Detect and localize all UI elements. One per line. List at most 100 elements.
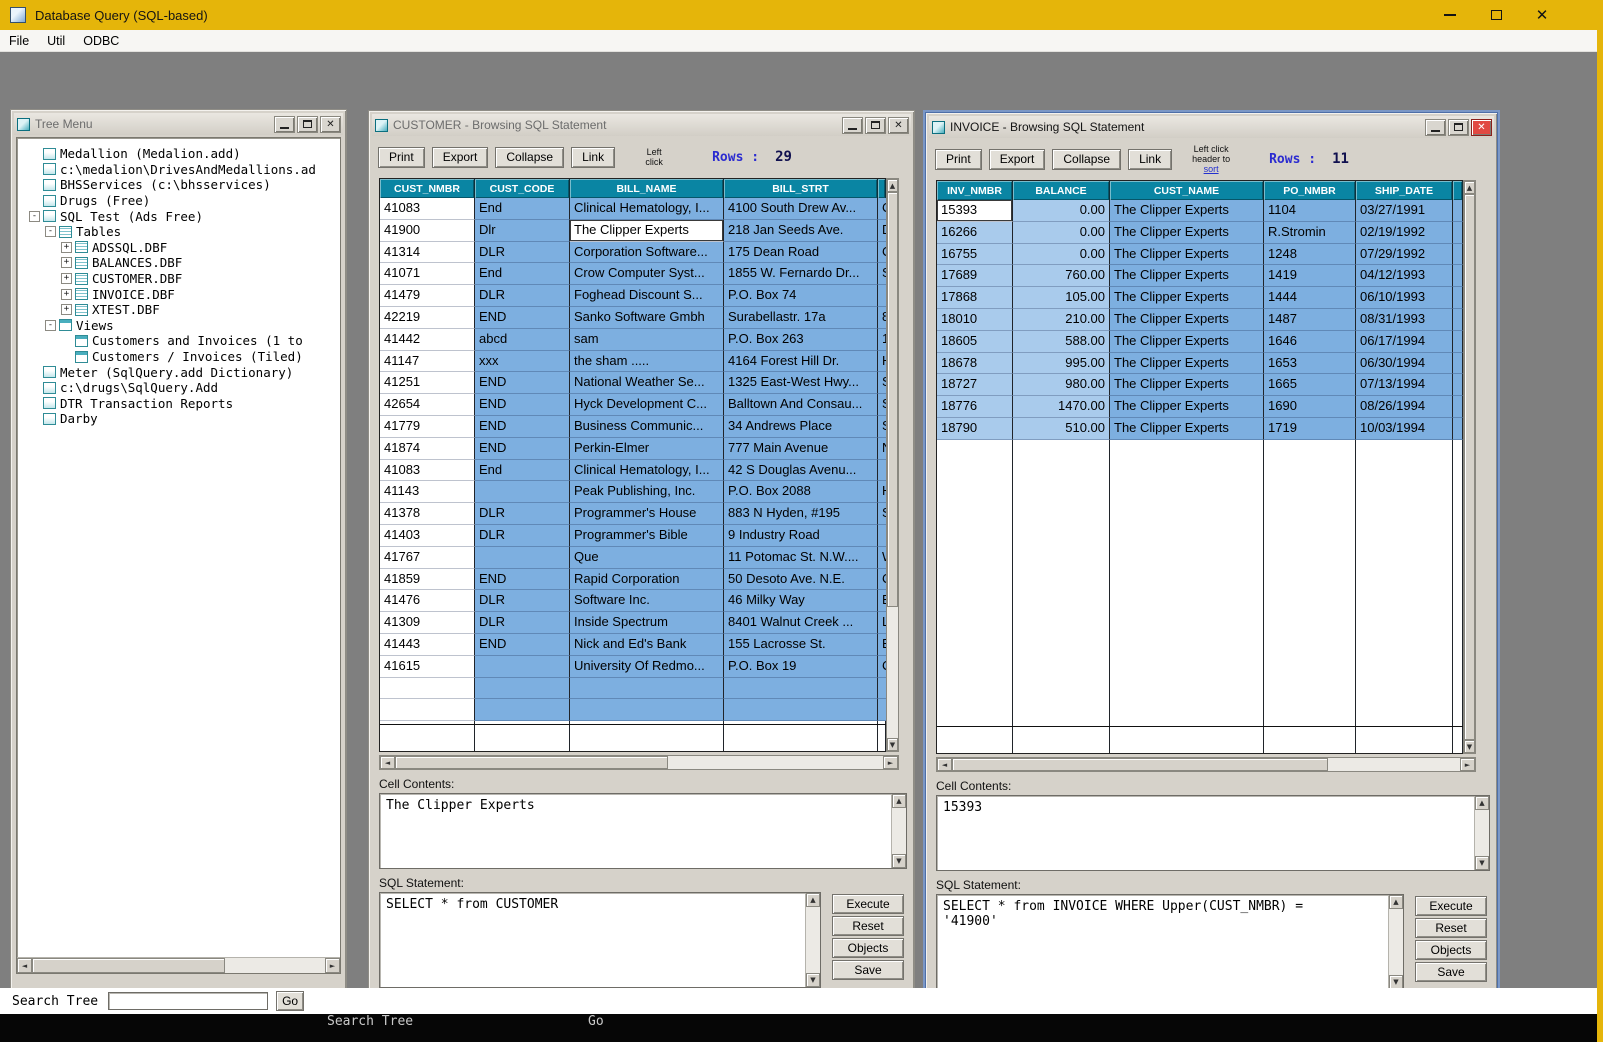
grid-cell[interactable] (475, 547, 570, 569)
grid-cell[interactable]: W (878, 547, 886, 569)
grid-cell[interactable]: S (878, 263, 886, 285)
grid-cell[interactable] (878, 460, 886, 482)
grid-cell[interactable]: Surabellastr. 17a (724, 307, 878, 329)
scrollbar-track[interactable] (887, 192, 898, 738)
grid-cell[interactable]: 41859 (380, 569, 475, 591)
grid-cell[interactable]: 41403 (380, 525, 475, 547)
grid-cell[interactable] (1453, 418, 1463, 440)
grid-cell[interactable]: 06/30/1994 (1356, 353, 1453, 375)
grid-cell[interactable] (1453, 244, 1463, 266)
grid-cell[interactable]: End (475, 460, 570, 482)
tree-item[interactable]: +Medallion (Medalion.add) (25, 146, 338, 162)
grid-cell[interactable]: 03/27/1991 (1356, 200, 1453, 222)
scrollbar-track[interactable] (952, 758, 1460, 771)
grid-cell[interactable]: END (475, 307, 570, 329)
print-button[interactable]: Print (378, 147, 425, 168)
column-header-partial[interactable] (878, 179, 886, 198)
grid-cell[interactable]: 995.00 (1013, 353, 1110, 375)
column-header-cust_nmbr[interactable]: CUST_NMBR (380, 179, 475, 198)
export-button[interactable]: Export (989, 149, 1046, 170)
grid-cell[interactable]: xxx (475, 351, 570, 373)
link-button[interactable]: Link (1128, 149, 1172, 170)
box-scrollbar[interactable]: ▲ ▼ (805, 893, 820, 987)
grid-cell[interactable]: 18776 (937, 396, 1013, 418)
grid-cell[interactable]: Peak Publishing, Inc. (570, 481, 724, 503)
grid-cell[interactable]: Clinical Hematology, I... (570, 460, 724, 482)
maximize-button[interactable] (865, 117, 886, 134)
scrollbar-track[interactable] (395, 756, 883, 769)
grid-cell[interactable] (475, 481, 570, 503)
expand-expander-icon[interactable]: + (61, 257, 72, 268)
grid-cell[interactable]: 777 Main Avenue (724, 438, 878, 460)
grid-cell[interactable]: 0.00 (1013, 244, 1110, 266)
close-button[interactable]: ✕ (888, 117, 909, 134)
column-header-po_nmbr[interactable]: PO_NMBR (1264, 181, 1356, 200)
grid-cell[interactable]: P.O. Box 74 (724, 285, 878, 307)
grid-cell[interactable]: 02/19/1992 (1356, 222, 1453, 244)
grid-cell[interactable]: 1855 W. Fernardo Dr... (724, 263, 878, 285)
grid-cell[interactable]: 41615 (380, 656, 475, 678)
grid-cell[interactable] (878, 525, 886, 547)
grid-cell[interactable]: End (475, 263, 570, 285)
grid-cell[interactable] (1453, 265, 1463, 287)
column-header-inv_nmbr[interactable]: INV_NMBR (937, 181, 1013, 200)
grid-cell[interactable]: 17689 (937, 265, 1013, 287)
grid-cell[interactable]: Crow Computer Syst... (570, 263, 724, 285)
collapse-button[interactable]: Collapse (495, 147, 564, 168)
grid-cell[interactable]: 50 Desoto Ave. N.E. (724, 569, 878, 591)
grid-cell[interactable]: R.Stromin (1264, 222, 1356, 244)
grid-cell[interactable]: 18678 (937, 353, 1013, 375)
grid-cell[interactable]: The Clipper Experts (1110, 331, 1264, 353)
grid-vertical-scrollbar[interactable]: ▲ ▼ (1463, 180, 1476, 754)
search-tree-input[interactable] (108, 992, 268, 1010)
grid-cell[interactable]: the sham ..... (570, 351, 724, 373)
box-scrollbar[interactable]: ▲ ▼ (1388, 895, 1403, 989)
grid-cell[interactable] (1453, 200, 1463, 222)
grid-cell[interactable]: The Clipper Experts (1110, 396, 1264, 418)
grid-cell-empty[interactable] (724, 699, 878, 721)
grid-cell[interactable]: 41479 (380, 285, 475, 307)
grid-cell[interactable]: University Of Redmo... (570, 656, 724, 678)
grid-cell[interactable]: sam (570, 329, 724, 351)
grid-cell[interactable]: END (475, 634, 570, 656)
tree-item[interactable]: +BALANCES.DBF (25, 255, 338, 271)
grid-cell[interactable] (475, 656, 570, 678)
tree-item[interactable]: +Meter (SqlQuery.add Dictionary) (25, 364, 338, 380)
grid-cell[interactable]: 1487 (1264, 309, 1356, 331)
objects-button[interactable]: Objects (1415, 940, 1487, 960)
grid-cell[interactable]: DLR (475, 285, 570, 307)
box-scrollbar[interactable]: ▲ ▼ (1474, 796, 1489, 870)
grid-cell[interactable]: H (878, 481, 886, 503)
scroll-up-icon[interactable]: ▲ (1464, 181, 1475, 194)
grid-cell[interactable]: C (878, 242, 886, 264)
grid-cell[interactable]: The Clipper Experts (1110, 222, 1264, 244)
sql-statement-box[interactable]: SELECT * from INVOICE WHERE Upper(CUST_N… (936, 894, 1404, 990)
grid-cell-empty[interactable] (475, 699, 570, 721)
grid-cell[interactable]: END (475, 438, 570, 460)
app-maximize-button[interactable] (1473, 0, 1519, 30)
grid-cell[interactable]: The Clipper Experts (1110, 353, 1264, 375)
close-button[interactable]: ✕ (1471, 119, 1492, 136)
grid-cell[interactable]: Perkin-Elmer (570, 438, 724, 460)
grid-cell[interactable]: Sanko Software Gmbh (570, 307, 724, 329)
collapse-expander-icon[interactable]: - (45, 226, 56, 237)
scroll-down-icon[interactable]: ▼ (1389, 975, 1403, 989)
tree-item[interactable]: +XTEST.DBF (25, 302, 338, 318)
scrollbar-track[interactable] (1464, 194, 1475, 740)
maximize-button[interactable] (297, 116, 318, 133)
grid-cell[interactable]: C (878, 569, 886, 591)
grid-cell-empty[interactable] (570, 699, 724, 721)
grid-cell[interactable]: Dlr (475, 220, 570, 242)
grid-cell[interactable]: 588.00 (1013, 331, 1110, 353)
grid-cell[interactable]: 1419 (1264, 265, 1356, 287)
grid-cell[interactable]: Que (570, 547, 724, 569)
grid-vertical-scrollbar[interactable]: ▲ ▼ (886, 178, 899, 752)
grid-cell[interactable]: The Clipper Experts (1110, 309, 1264, 331)
grid-cell[interactable]: Software Inc. (570, 590, 724, 612)
grid-cell[interactable]: Clinical Hematology, I... (570, 198, 724, 220)
grid-cell[interactable]: 18727 (937, 374, 1013, 396)
tree-item[interactable]: -SQL Test (Ads Free) (25, 208, 338, 224)
grid-cell[interactable]: 16266 (937, 222, 1013, 244)
grid-cell[interactable] (1453, 374, 1463, 396)
grid-cell[interactable]: 1470.00 (1013, 396, 1110, 418)
